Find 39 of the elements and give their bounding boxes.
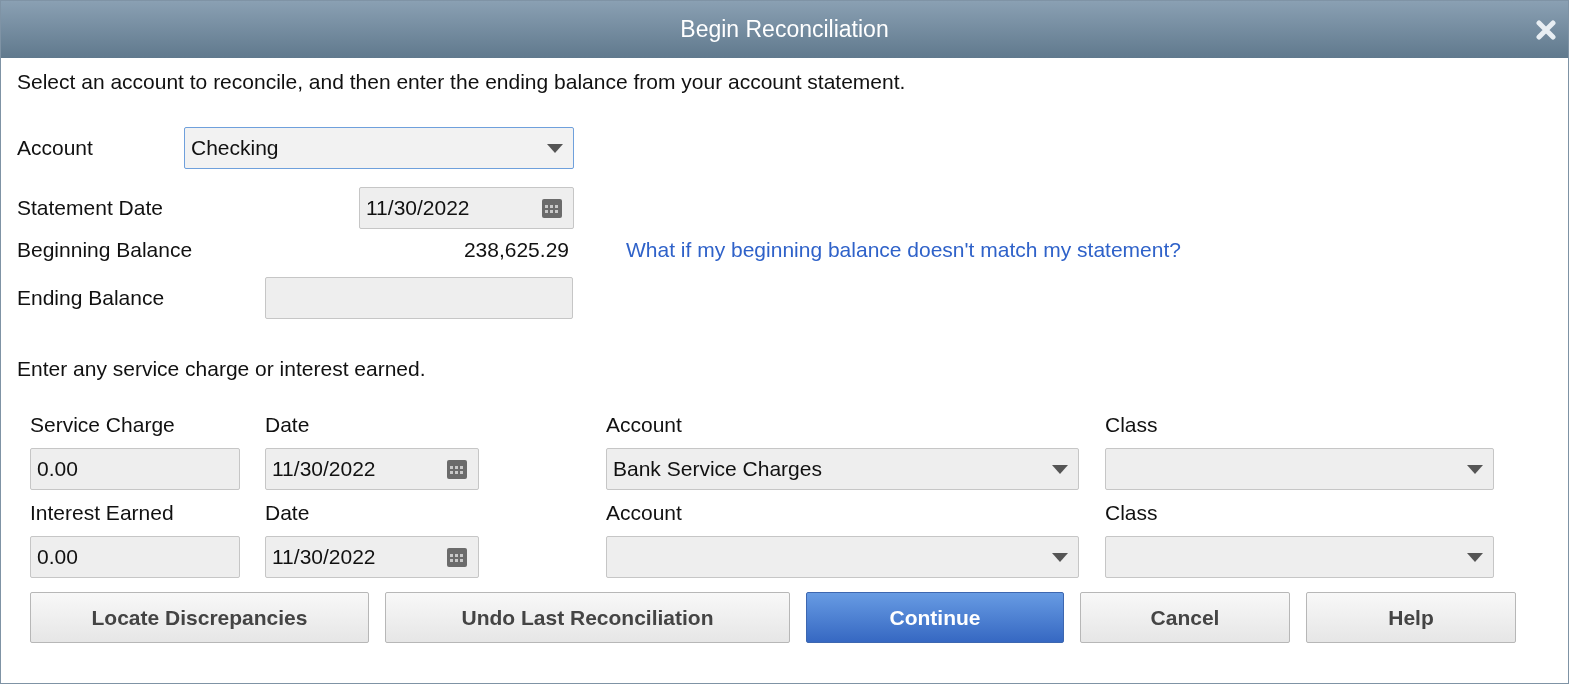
field-label: Beginning Balance bbox=[17, 237, 193, 263]
field-label: Statement Date bbox=[17, 195, 164, 221]
amount-field[interactable]: 0.00 bbox=[30, 536, 240, 578]
dialog-button[interactable]: Locate Discrepancies bbox=[30, 592, 369, 643]
field-label: Date bbox=[265, 500, 311, 526]
dropdown-caret-icon bbox=[1052, 552, 1068, 562]
field-label: Service Charge bbox=[30, 412, 176, 438]
instruction-text: Select an account to reconcile, and then enter the ending balance from your account statement. bbox=[17, 69, 907, 95]
account-dropdown[interactable]: Bank Service Charges bbox=[606, 448, 1079, 490]
field-label: Class bbox=[1105, 500, 1159, 526]
instruction-text: Enter any service charge or interest earned. bbox=[17, 356, 427, 382]
ending-balance-field[interactable] bbox=[265, 277, 573, 319]
dialog-button[interactable]: Cancel bbox=[1080, 592, 1290, 643]
calendar-icon[interactable] bbox=[541, 197, 563, 219]
calendar-icon[interactable] bbox=[446, 546, 468, 568]
dropdown-caret-icon bbox=[1052, 464, 1068, 474]
help-link[interactable]: What if my beginning balance doesn't match my statement? bbox=[626, 238, 1181, 262]
close-icon[interactable] bbox=[1536, 20, 1556, 40]
field-label: Interest Earned bbox=[30, 500, 175, 526]
field-label: Account bbox=[606, 412, 683, 438]
date-field[interactable]: 11/30/2022 bbox=[265, 536, 479, 578]
field-label: Ending Balance bbox=[17, 285, 166, 311]
window-title: Begin Reconciliation bbox=[680, 16, 889, 43]
dropdown-caret-icon bbox=[1467, 552, 1483, 562]
field-label: Account bbox=[606, 500, 683, 526]
dialog-button[interactable]: Help bbox=[1306, 592, 1516, 643]
field-label: Account bbox=[17, 135, 94, 161]
account-dropdown[interactable]: Checking bbox=[184, 127, 574, 169]
dropdown-caret-icon bbox=[1467, 464, 1483, 474]
dropdown-caret-icon bbox=[547, 143, 563, 153]
date-field[interactable]: 11/30/2022 bbox=[265, 448, 479, 490]
date-field[interactable]: 11/30/2022 bbox=[359, 187, 574, 229]
field-label: Date bbox=[265, 412, 311, 438]
calendar-icon[interactable] bbox=[446, 458, 468, 480]
amount-field[interactable]: 0.00 bbox=[30, 448, 240, 490]
field-label: Class bbox=[1105, 412, 1159, 438]
dialog-button[interactable]: Undo Last Reconciliation bbox=[385, 592, 790, 643]
dialog-button[interactable]: Continue bbox=[806, 592, 1064, 643]
balance-value: 238,625.29 bbox=[463, 237, 569, 263]
